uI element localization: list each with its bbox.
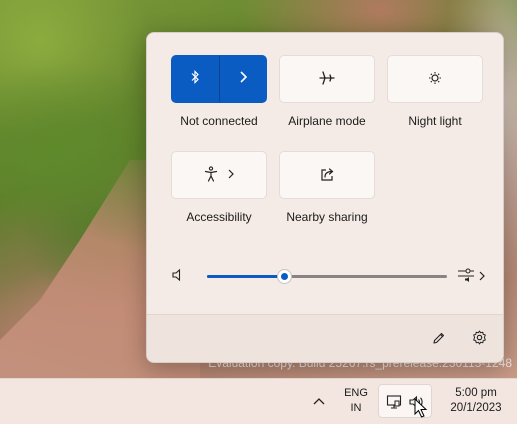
volume-slider[interactable] bbox=[207, 269, 447, 284]
gear-icon bbox=[472, 330, 487, 348]
mouse-cursor-icon bbox=[414, 397, 428, 421]
language-region: IN bbox=[350, 402, 362, 414]
volume-slider-fill bbox=[207, 275, 284, 278]
audio-output-icon bbox=[457, 267, 475, 286]
bluetooth-toggle[interactable] bbox=[171, 55, 267, 103]
share-icon bbox=[320, 167, 335, 184]
night-light-icon bbox=[428, 71, 442, 88]
night-light-toggle[interactable] bbox=[387, 55, 483, 103]
accessibility-label: Accessibility bbox=[186, 210, 252, 224]
night-light-tile: Night light bbox=[387, 55, 483, 128]
bluetooth-icon bbox=[190, 69, 200, 89]
pencil-icon bbox=[432, 331, 446, 348]
quick-settings-flyout: Not connected Airplane mode Night light bbox=[146, 32, 504, 363]
input-language-indicator[interactable]: ENG IN bbox=[338, 386, 374, 416]
volume-slider-thumb[interactable] bbox=[276, 269, 292, 284]
nearby-sharing-label: Nearby sharing bbox=[286, 210, 368, 224]
accessibility-tile: Accessibility bbox=[171, 151, 267, 224]
language-code: ENG bbox=[344, 387, 368, 399]
edit-quick-settings-button[interactable] bbox=[429, 329, 449, 349]
speaker-icon[interactable] bbox=[171, 268, 185, 285]
settings-button[interactable] bbox=[469, 329, 489, 349]
clock-time: 5:00 pm bbox=[455, 387, 497, 399]
bluetooth-expand-button[interactable] bbox=[220, 56, 267, 102]
taskbar-clock[interactable]: 5:00 pm 20/1/2023 bbox=[440, 386, 512, 416]
chevron-up-icon bbox=[313, 394, 325, 408]
show-hidden-icons-button[interactable] bbox=[310, 392, 328, 410]
volume-row bbox=[171, 265, 485, 287]
bluetooth-tile-label: Not connected bbox=[180, 114, 258, 128]
airplane-mode-toggle[interactable] bbox=[279, 55, 375, 103]
chevron-right-icon bbox=[239, 70, 247, 88]
nearby-sharing-toggle[interactable] bbox=[279, 151, 375, 199]
chevron-right-icon bbox=[479, 270, 485, 284]
airplane-mode-label: Airplane mode bbox=[288, 114, 366, 128]
night-light-label: Night light bbox=[408, 114, 462, 128]
clock-date: 20/1/2023 bbox=[450, 402, 502, 414]
bluetooth-tile: Not connected bbox=[171, 55, 267, 128]
nearby-sharing-tile: Nearby sharing bbox=[279, 151, 375, 224]
airplane-icon bbox=[319, 70, 335, 88]
bluetooth-toggle-button[interactable] bbox=[172, 56, 220, 102]
quick-settings-footer bbox=[147, 314, 503, 362]
taskbar: ENG IN 5:00 pm 20/1/2023 bbox=[0, 378, 517, 424]
airplane-mode-tile: Airplane mode bbox=[279, 55, 375, 128]
accessibility-button[interactable] bbox=[171, 151, 267, 199]
accessibility-icon bbox=[204, 165, 218, 185]
audio-output-button[interactable] bbox=[457, 267, 485, 286]
chevron-right-icon bbox=[228, 168, 234, 182]
network-icon bbox=[386, 394, 402, 413]
